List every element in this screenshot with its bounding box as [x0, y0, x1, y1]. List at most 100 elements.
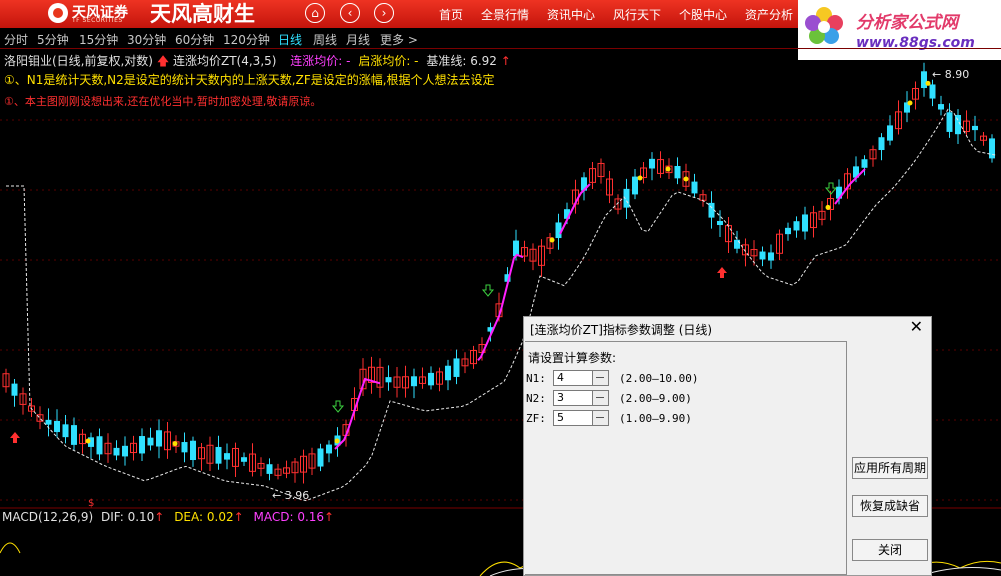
- signal-dot: [907, 100, 913, 106]
- tab-daily[interactable]: 日线: [278, 31, 302, 48]
- candle-down: [734, 239, 740, 249]
- indicator-name: 连涨均价ZT(4,3,5): [173, 54, 277, 68]
- candle-down: [326, 444, 332, 454]
- signal-dot: [825, 204, 831, 210]
- broker-logo-icon: [48, 3, 68, 23]
- buy-arrow-icon: [10, 432, 20, 443]
- home-icon[interactable]: ⌂: [305, 3, 325, 23]
- signal-dot: [334, 438, 340, 444]
- candle-down: [929, 84, 936, 99]
- sell-arrow-icon: [331, 400, 345, 413]
- note-line-2: ①、本主图刚刚设想出来,还在优化当中,暂时加密处理,敬请原谅。: [4, 95, 322, 108]
- avg-price-segment: [334, 377, 381, 450]
- flower-logo-icon: [805, 7, 843, 44]
- candle-down: [224, 453, 230, 460]
- candle-down: [887, 125, 893, 141]
- candle-down: [113, 447, 120, 456]
- candle-down: [62, 424, 69, 438]
- params-prompt: 请设置计算参数:: [528, 351, 617, 365]
- broker-name-en: TF SECURITIES: [72, 17, 123, 24]
- sell-arrow-icon: [481, 284, 495, 297]
- avg-price-label: 连涨均价: -: [290, 54, 351, 68]
- param-n2-label: N2:: [526, 392, 546, 405]
- stepper-arrows-icon[interactable]: [592, 391, 608, 405]
- close-button[interactable]: 关闭: [852, 539, 928, 561]
- close-icon[interactable]: ✕: [910, 317, 923, 336]
- candle-down: [139, 436, 145, 454]
- candle-down: [241, 457, 247, 462]
- signal-dot: [637, 175, 643, 181]
- buy-arrow-icon: [717, 267, 727, 278]
- candle-down: [717, 220, 723, 226]
- param-zf-stepper[interactable]: 5: [553, 410, 609, 426]
- candle-down: [122, 445, 128, 457]
- tab-weekly[interactable]: 周线: [313, 31, 337, 48]
- param-zf-label: ZF:: [526, 412, 546, 425]
- macd-dea: DEA: 0.02: [174, 510, 234, 524]
- candle-down: [861, 159, 868, 168]
- tab-monthly[interactable]: 月线: [346, 31, 370, 48]
- ad-title: 分析家公式网: [856, 13, 958, 33]
- restore-default-button[interactable]: 恢复成缺省: [852, 495, 928, 517]
- menu-news[interactable]: 资讯中心: [547, 6, 595, 23]
- candle-down: [385, 377, 392, 383]
- candle-down: [428, 372, 434, 386]
- forward-icon[interactable]: ›: [374, 3, 394, 23]
- indicator-info-line: 洛阳钼业(日线,前复权,对数) 🡅 连涨均价ZT(4,3,5) 连涨均价: - …: [4, 52, 511, 73]
- menu-trending[interactable]: 风行天下: [613, 6, 661, 23]
- candle-down: [921, 71, 927, 89]
- high-price-label: ← 8.90: [932, 68, 969, 81]
- candle-down: [989, 138, 995, 159]
- menu-stocks[interactable]: 个股中心: [679, 6, 727, 23]
- candle-down: [878, 137, 885, 151]
- candle-down: [215, 446, 222, 464]
- back-icon[interactable]: ‹: [340, 3, 360, 23]
- dif-up-icon: ↑: [154, 510, 165, 524]
- param-n1-value[interactable]: 4: [557, 371, 564, 385]
- tab-5min[interactable]: 5分钟: [37, 31, 69, 48]
- signal-dot: [549, 237, 555, 243]
- param-n2-value[interactable]: 3: [557, 391, 564, 405]
- apply-all-periods-button[interactable]: 应用所有周期: [852, 457, 928, 479]
- menu-home[interactable]: 首页: [439, 6, 463, 23]
- param-n2-stepper[interactable]: 3: [553, 390, 609, 406]
- macd-info-line: MACD(12,26,9) DIF: 0.10↑ DEA: 0.02↑ MACD…: [2, 510, 334, 524]
- signal-dot: [172, 441, 178, 447]
- macd-name: MACD(12,26,9): [2, 510, 94, 524]
- stepper-arrows-icon[interactable]: [592, 411, 608, 425]
- tab-15min[interactable]: 15分钟: [79, 31, 118, 48]
- candle-down: [793, 221, 800, 231]
- candle-down: [54, 420, 60, 433]
- candle-down: [555, 222, 562, 239]
- candle-down: [513, 240, 519, 257]
- menu-assets[interactable]: 资产分析: [745, 6, 793, 23]
- candle-down: [691, 181, 698, 194]
- param-n1-range: (2.00—10.00): [619, 372, 699, 385]
- tab-30min[interactable]: 30分钟: [127, 31, 166, 48]
- candle-down: [785, 227, 791, 235]
- tab-60min[interactable]: 60分钟: [175, 31, 214, 48]
- candle-down: [768, 252, 774, 261]
- candle-down: [453, 358, 460, 377]
- period-tab-bar: 分时 5分钟 15分钟 30分钟 60分钟 120分钟 日线 周线 月线 更多 …: [0, 28, 798, 48]
- macd-up-icon: ↑: [324, 510, 335, 524]
- candle-down: [147, 437, 154, 446]
- param-zf-range: (1.00—9.90): [619, 412, 692, 425]
- tab-120min[interactable]: 120分钟: [223, 31, 270, 48]
- candle-down: [674, 165, 681, 179]
- param-dialog: [连涨均价ZT]指标参数调整 (日线) ✕ 请设置计算参数: N1: 4 (2.…: [523, 316, 932, 576]
- signal-dot: [925, 80, 931, 86]
- signal-dot: [85, 438, 91, 444]
- low-price-label: ← 3.96: [272, 489, 309, 502]
- candle-down: [759, 251, 766, 260]
- menu-market[interactable]: 全景行情: [481, 6, 529, 23]
- param-zf-value[interactable]: 5: [557, 411, 564, 425]
- note-line-1: ①、N1是统计天数,N2是设定的统计天数内的上涨天数,ZF是设定的涨幅,根据个人…: [4, 73, 495, 87]
- tab-more[interactable]: 更多 >: [380, 31, 418, 48]
- tab-intraday[interactable]: 分时: [4, 31, 28, 48]
- stepper-arrows-icon[interactable]: [592, 371, 608, 385]
- candle-down: [317, 448, 324, 467]
- param-n2-range: (2.00—9.00): [619, 392, 692, 405]
- param-n1-stepper[interactable]: 4: [553, 370, 609, 386]
- candle-down: [45, 419, 52, 425]
